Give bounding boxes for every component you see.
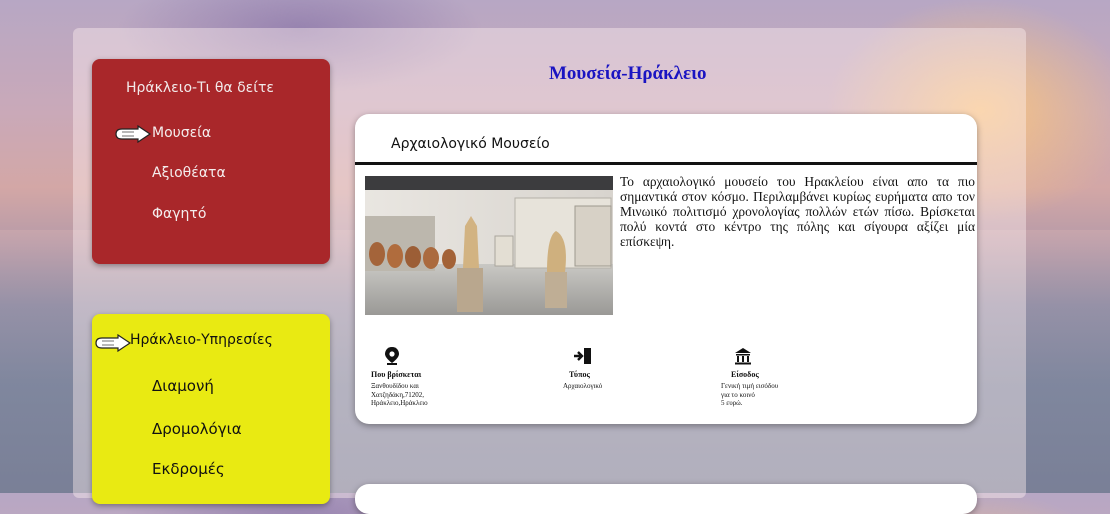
next-card — [355, 484, 977, 514]
sidebar-item-sights[interactable]: Αξιοθέατα — [152, 165, 226, 181]
sidebar-item-routes[interactable]: Δρομολόγια — [152, 420, 242, 438]
pointing-hand-icon — [115, 125, 152, 143]
sidebar-services-title: Ηράκλειο-Υπηρεσίες — [130, 332, 273, 348]
museum-card-title: Αρχαιολογικό Μουσείο — [391, 136, 550, 152]
pointing-hand-icon — [95, 334, 132, 352]
sidebar-item-accommodation[interactable]: Διαμονή — [152, 377, 214, 395]
page-title: Μουσεία-Ηράκλειο — [549, 63, 707, 84]
sidebar-item-excursions[interactable]: Εκδρομές — [152, 460, 225, 478]
info-entry-label: Είσοδος — [731, 370, 759, 379]
sidebar-item-food[interactable]: Φαγητό — [152, 206, 206, 222]
sidebar-services-panel: Ηράκλειο-Υπηρεσίες Διαμονή Δρομολόγια Εκ… — [92, 314, 330, 504]
info-location-value: Ξανθουδίδου και Χατζηδάκη,71202, Ηράκλει… — [371, 382, 428, 407]
door-entry-icon — [574, 348, 591, 364]
sidebar-sights-panel: Ηράκλειο-Τι θα δείτε Μουσεία Αξιοθέατα Φ… — [92, 59, 330, 264]
museum-building-icon — [735, 348, 751, 365]
museum-interior-image — [365, 176, 613, 315]
info-entry-value: Γενική τιμή εισόδου για το κοινό 5 ευρώ. — [721, 382, 779, 407]
location-pin-icon — [385, 347, 399, 365]
museum-card: Αρχαιολογικό Μουσείο Το αρχαιολογικό μου… — [355, 114, 977, 424]
sidebar-item-museums[interactable]: Μουσεία — [152, 125, 211, 141]
info-location-label: Που βρίσκεται — [371, 370, 422, 379]
info-type-label: Τύπος — [569, 370, 590, 379]
card-divider — [355, 162, 977, 165]
info-type-value: Αρχαιολογικό — [563, 382, 603, 390]
museum-description: Το αρχαιολογικό μουσείο του Ηρακλείου εί… — [620, 174, 975, 249]
sidebar-sights-title: Ηράκλειο-Τι θα δείτε — [126, 80, 274, 96]
